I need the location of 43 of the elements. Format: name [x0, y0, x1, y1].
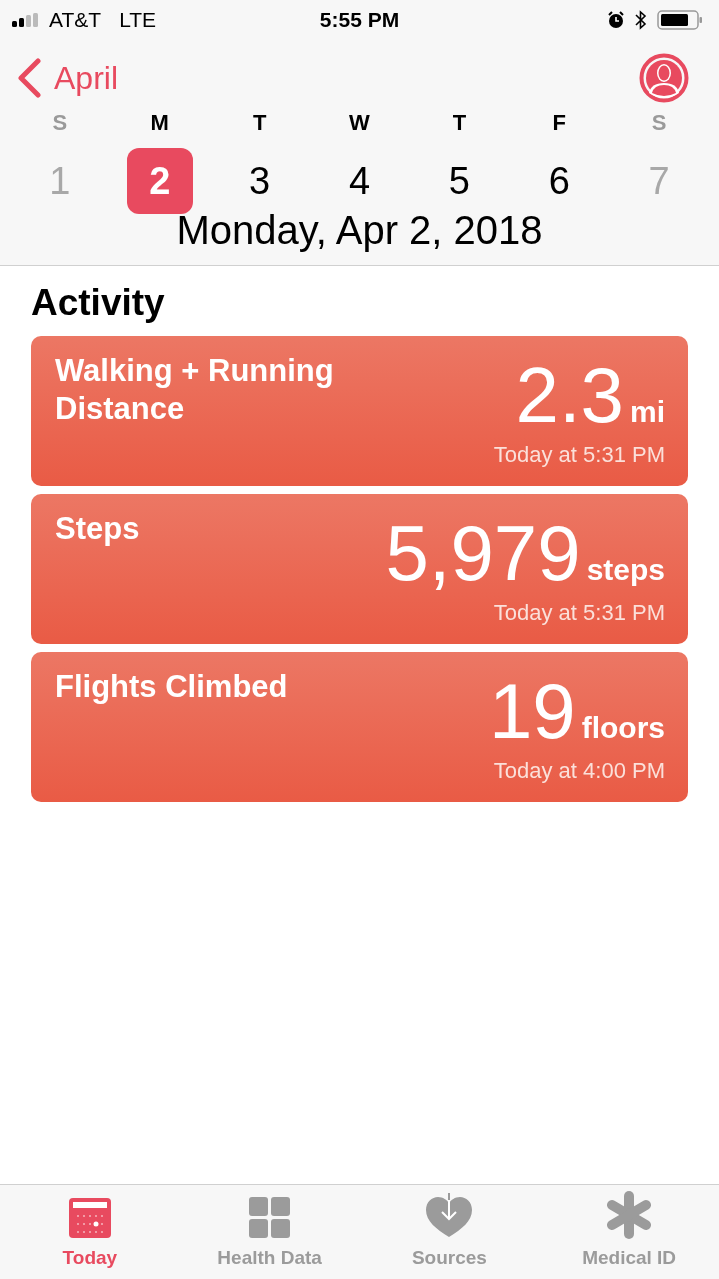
tab-button[interactable]: Today: [0, 1185, 180, 1279]
calendar-icon: [67, 1197, 112, 1239]
carrier-label: AT&T: [49, 8, 102, 32]
bluetooth-icon: [635, 10, 647, 30]
network-label: LTE: [119, 8, 157, 32]
clock-time: 5:55 PM: [319, 8, 400, 32]
alarm-icon: [607, 11, 625, 29]
day-button[interactable]: 1: [26, 148, 93, 214]
activity-card[interactable]: Walking + Running Distance 2.3 mi Today at 5:31 PM: [31, 336, 688, 486]
card-time: Today at 5:31 PM: [493, 600, 665, 626]
asterisk-icon: [606, 1191, 653, 1239]
battery-icon: [657, 10, 703, 30]
card-time: Today at 5:31 PM: [493, 442, 665, 468]
weekday-letter: M: [150, 110, 169, 136]
card-time: Today at 4:00 PM: [493, 758, 665, 784]
card-unit: steps: [586, 553, 665, 587]
card-value: 5,979: [385, 514, 581, 592]
weekday-letter: T: [452, 110, 467, 136]
card-title: Flights Climbed: [55, 668, 289, 706]
profile-icon[interactable]: [639, 53, 689, 103]
tab-button[interactable]: Health Data: [179, 1185, 360, 1279]
card-value: 19: [488, 672, 576, 750]
back-button[interactable]: April: [16, 58, 118, 98]
weekday-letter: T: [252, 110, 267, 136]
heart-download-icon: [424, 1193, 475, 1239]
weekday-letter: S: [651, 110, 667, 136]
chevron-icon: [16, 58, 42, 98]
card-title: Steps: [55, 510, 141, 548]
tab-button[interactable]: Sources: [359, 1185, 540, 1279]
card-unit: floors: [581, 711, 665, 745]
card-value: 2.3: [515, 356, 624, 434]
grid-icon: [247, 1197, 292, 1239]
card-unit: mi: [630, 395, 665, 429]
day-button[interactable]: 7: [626, 148, 693, 214]
card-title: Walking + Running Distance: [55, 352, 335, 428]
activity-card[interactable]: Steps 5,979 steps Today at 5:31 PM: [31, 494, 688, 644]
section-title: Activity: [31, 282, 166, 324]
tab-button[interactable]: Medical ID: [539, 1185, 719, 1279]
weekday-letter: F: [552, 110, 566, 136]
day-button[interactable]: 2: [126, 148, 193, 214]
weekday-letter: S: [52, 110, 68, 136]
weekday-letter: W: [349, 110, 370, 136]
activity-card[interactable]: Flights Climbed 19 floors Today at 4:00 PM: [31, 652, 688, 802]
